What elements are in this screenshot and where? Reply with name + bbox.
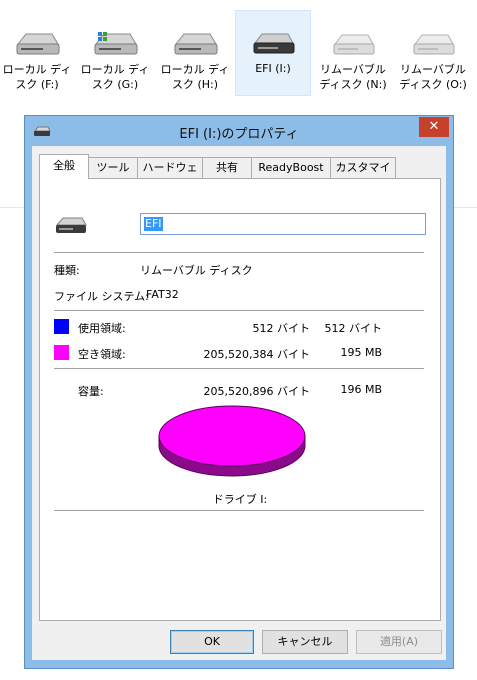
general-panel: EFI 種類: リムーバブル ディスク ファイル システム: FAT32 使用領… (39, 178, 441, 621)
tab-customize[interactable]: カスタマイズ (330, 157, 396, 194)
capacity-bytes: 205,520,896 バイト (203, 385, 310, 398)
volume-name-value[interactable]: EFI (144, 217, 163, 231)
tab-readyboost[interactable]: ReadyBoost (251, 157, 331, 178)
hard-drive-icon (16, 33, 60, 55)
divider (54, 368, 424, 369)
title-bar[interactable]: EFI (I:)のプロパティ ✕ (25, 116, 453, 146)
divider (54, 252, 424, 253)
divider (54, 310, 424, 311)
removable-drive-icon (333, 34, 375, 55)
divider (54, 510, 424, 511)
tab-general[interactable]: 全般 (39, 154, 89, 179)
drive-label: リムーバブル ディスク (O:) (399, 63, 467, 91)
apply-button[interactable]: 適用(A) (356, 630, 442, 654)
capacity-label: 容量: (78, 385, 104, 398)
drive-label: ローカル ディ スク (H:) (160, 63, 230, 91)
filesystem-label: ファイル システム: (54, 290, 149, 303)
free-space-short: 195 MB (340, 346, 382, 359)
dialog-client: 全般 ツール ハードウェア 共有 ReadyBoost カスタマイズ EFI 種… (32, 146, 446, 660)
close-button[interactable]: ✕ (419, 117, 449, 137)
drive-caption: ドライブ I: (212, 493, 268, 506)
drive-item-i[interactable]: EFI (I:) (235, 10, 311, 96)
drive-item-o[interactable]: リムーバブル ディスク (O:) (396, 12, 470, 96)
drive-item-n[interactable]: リムーバブル ディスク (N:) (316, 12, 390, 96)
free-space-label: 空き領域: (78, 348, 126, 361)
free-space-swatch (54, 345, 69, 360)
type-value: リムーバブル ディスク (140, 264, 253, 277)
ok-button[interactable]: OK (170, 630, 254, 654)
properties-dialog: EFI (I:)のプロパティ ✕ 全般 ツール ハードウェア 共有 ReadyB… (24, 115, 454, 669)
volume-name-input[interactable]: EFI (140, 213, 426, 235)
type-label: 種類: (54, 264, 80, 277)
drive-label: リムーバブル ディスク (N:) (319, 63, 387, 91)
used-space-label: 使用領域: (78, 322, 126, 335)
dialog-title: EFI (I:)のプロパティ (179, 127, 299, 142)
drive-item-g[interactable]: ローカル ディ スク (G:) (78, 12, 152, 96)
capacity-short: 196 MB (340, 383, 382, 396)
removable-drive-icon (253, 33, 295, 54)
drive-label: ローカル ディ スク (F:) (2, 63, 72, 91)
filesystem-value: FAT32 (146, 288, 179, 301)
hard-drive-icon (174, 33, 218, 55)
removable-drive-icon (55, 217, 87, 233)
disk-usage-pie (158, 405, 306, 477)
drive-item-f[interactable]: ローカル ディ スク (F:) (0, 12, 74, 96)
tab-tools[interactable]: ツール (88, 157, 138, 178)
drive-item-h[interactable]: ローカル ディ スク (H:) (158, 12, 232, 96)
used-space-swatch (54, 319, 69, 334)
drive-label: EFI (I:) (255, 62, 291, 75)
drive-list: ローカル ディ スク (F:) ローカル ディ スク (G:) ローカル ディ … (0, 0, 477, 100)
tab-hardware[interactable]: ハードウェア (137, 157, 203, 194)
used-space-short: 512 バイト (324, 322, 383, 335)
hard-drive-system-icon (94, 32, 138, 55)
removable-drive-icon (413, 34, 455, 55)
cancel-button[interactable]: キャンセル (262, 630, 348, 654)
used-space-bytes: 512 バイト (252, 322, 311, 335)
drive-label: ローカル ディ スク (G:) (80, 63, 150, 91)
free-space-bytes: 205,520,384 バイト (203, 348, 310, 361)
tab-sharing[interactable]: 共有 (202, 157, 252, 178)
